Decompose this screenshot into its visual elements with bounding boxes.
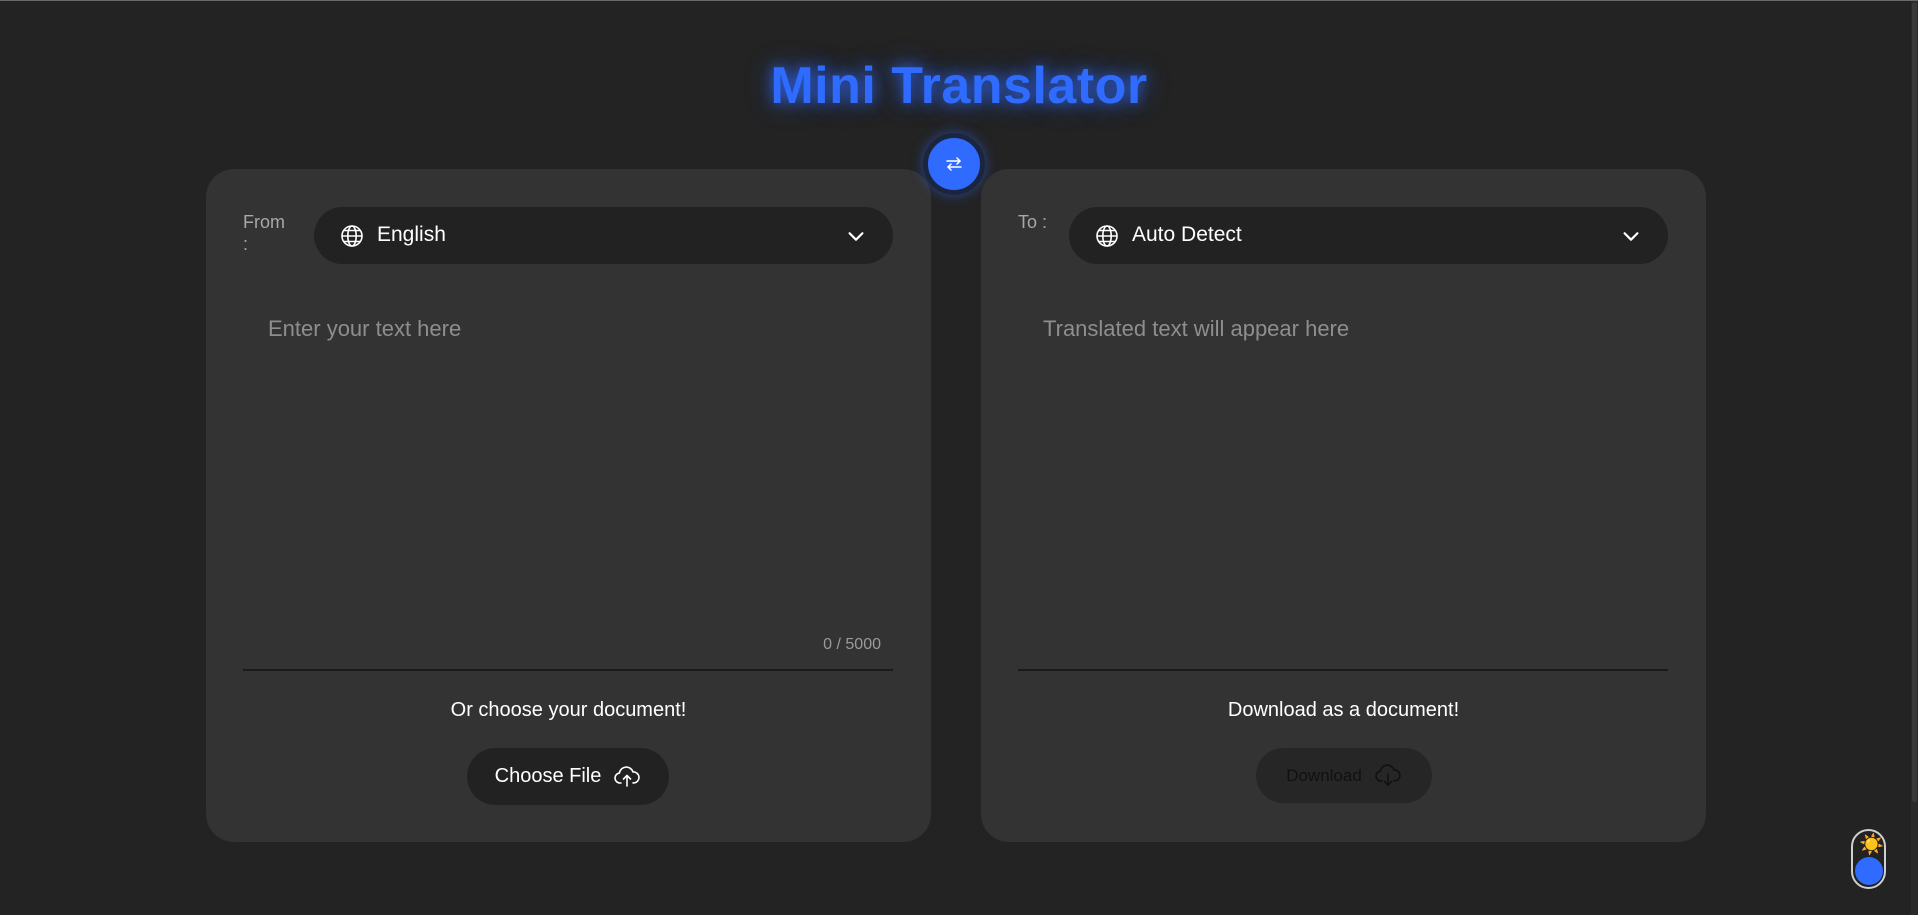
chevron-down-icon — [848, 232, 864, 241]
target-language-value: Auto Detect — [1132, 223, 1242, 246]
sun-icon: ☀️ — [1859, 834, 1884, 856]
download-helper-text: Download as a document! — [1227, 699, 1460, 721]
chevron-down-icon — [1623, 232, 1639, 241]
source-language-value: English — [377, 223, 446, 246]
source-panel: From : English Enter your text here 0 / … — [206, 169, 931, 842]
globe-icon — [341, 225, 363, 247]
translated-text-output[interactable]: Translated text will appear here — [1018, 294, 1668, 679]
theme-toggle[interactable]: ☀️ — [1851, 829, 1886, 889]
swap-languages-button[interactable] — [923, 133, 985, 195]
page-title: Mini Translator — [770, 57, 1148, 115]
choose-file-label: Choose File — [494, 765, 602, 787]
target-language-label: To : — [1018, 212, 1048, 232]
theme-toggle-knob — [1855, 857, 1883, 885]
upload-helper-text: Or choose your document! — [450, 699, 687, 721]
cloud-download-icon — [1375, 763, 1401, 786]
source-language-select[interactable]: English — [314, 207, 893, 264]
source-text-input[interactable]: Enter your text here — [243, 294, 893, 679]
globe-icon — [1096, 225, 1118, 247]
window-top-border — [0, 0, 1918, 1]
source-text-placeholder: Enter your text here — [268, 316, 462, 341]
source-divider — [243, 669, 893, 671]
download-button[interactable]: Download — [1256, 748, 1432, 803]
character-count: 0 / 5000 — [823, 636, 881, 653]
cloud-upload-icon — [614, 765, 641, 787]
choose-file-button[interactable]: Choose File — [467, 748, 669, 805]
target-language-select[interactable]: Auto Detect — [1069, 207, 1668, 264]
scrollbar-thumb[interactable] — [1912, 2, 1917, 802]
target-divider — [1018, 669, 1668, 671]
translated-text-placeholder: Translated text will appear here — [1043, 316, 1350, 341]
source-language-label: From : — [243, 212, 285, 254]
swap-arrows-icon — [946, 157, 962, 171]
download-label: Download — [1286, 765, 1362, 785]
target-panel: To : Auto Detect Translated text will ap… — [981, 169, 1706, 842]
